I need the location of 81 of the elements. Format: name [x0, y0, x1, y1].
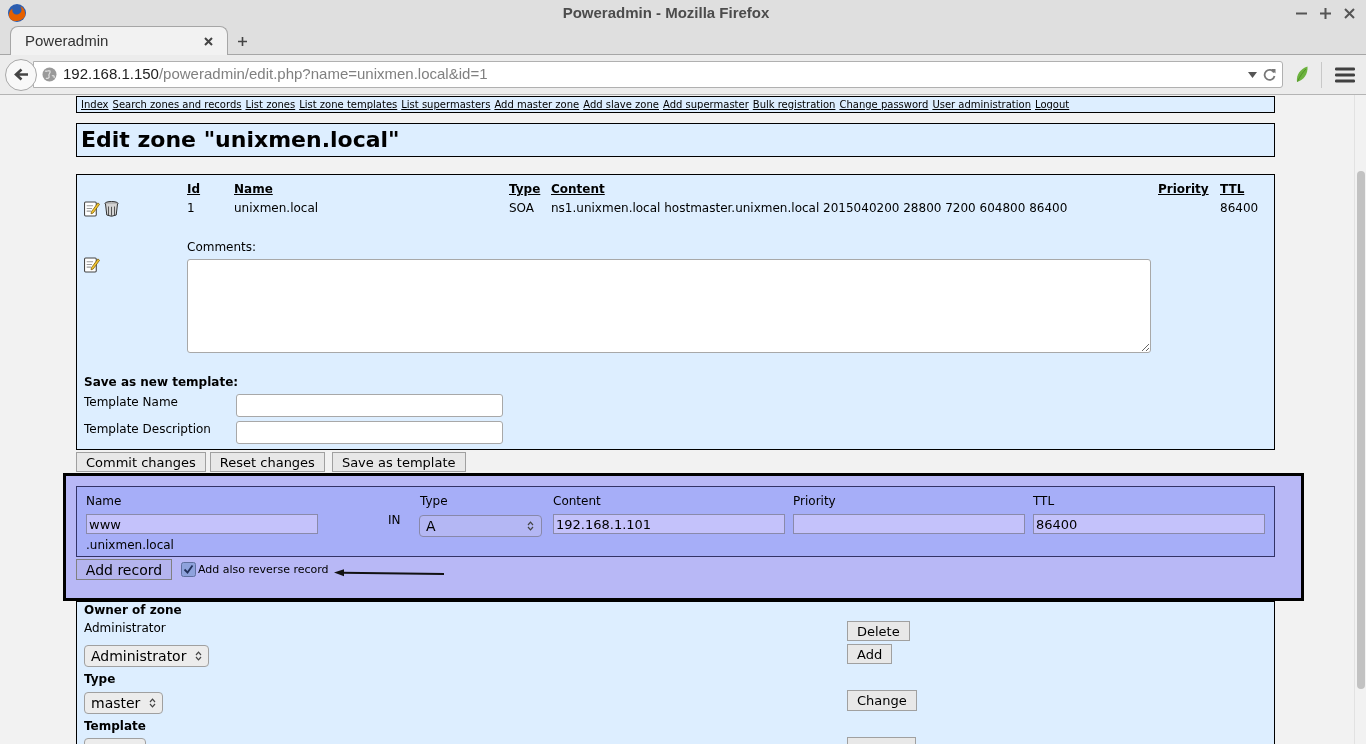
globe-icon: [42, 67, 57, 82]
priority-field[interactable]: [793, 514, 1025, 534]
nav-link[interactable]: Logout: [1035, 98, 1070, 111]
nav-link[interactable]: Bulk registration: [752, 98, 836, 111]
column-header[interactable]: Type: [509, 182, 541, 196]
nav-link[interactable]: Change password: [839, 98, 929, 111]
owner-name: Administrator: [84, 621, 166, 635]
trash-icon[interactable]: [104, 200, 119, 217]
updown-arrows-icon: [195, 651, 203, 661]
type-select[interactable]: master: [84, 692, 164, 714]
maximize-icon[interactable]: [1320, 7, 1331, 19]
type-select[interactable]: A: [419, 515, 542, 537]
field-label: Content: [553, 494, 601, 508]
section-heading: Save as new template:: [84, 375, 239, 389]
field-label: TTL: [1033, 494, 1055, 508]
reload-icon[interactable]: [1263, 68, 1276, 81]
change-button[interactable]: Change: [847, 690, 917, 711]
column-header[interactable]: Id: [187, 182, 201, 196]
table-cell: unixmen.local: [234, 201, 319, 215]
back-arrow-icon: [13, 68, 29, 81]
nav-link[interactable]: Index: [81, 98, 109, 111]
text-field[interactable]: [236, 394, 503, 417]
checkbox-label: Add also reverse record: [198, 564, 329, 575]
column-header[interactable]: Priority: [1158, 182, 1209, 196]
field-label: Name: [86, 494, 122, 508]
url-text: 192.168.1.150/poweradmin/edit.php?name=unixmen.local&id=1: [63, 64, 488, 85]
close-icon[interactable]: [1344, 7, 1355, 19]
table-cell: 1: [187, 201, 195, 215]
table-cell: ns1.unixmen.local hostmaster.unixmen.local 2015040200 28800 7200 604800 86400: [551, 201, 1068, 215]
nav-link[interactable]: List zones: [245, 98, 296, 111]
leaf-icon[interactable]: [1296, 66, 1308, 83]
page-title: Edit zone "unixmen.local": [81, 129, 400, 151]
nav-link[interactable]: Add supermaster: [663, 98, 749, 111]
caret-icon[interactable]: [1248, 71, 1257, 78]
owner-select[interactable]: Administrator: [84, 645, 210, 667]
form-button[interactable]: Save as template: [331, 452, 466, 472]
text-field[interactable]: [236, 421, 503, 444]
checkbox[interactable]: [181, 562, 196, 577]
window-title: Poweradmin - Mozilla Firefox: [562, 4, 770, 21]
nav-link[interactable]: Add master zone: [494, 98, 580, 111]
table-cell: SOA: [509, 201, 535, 215]
browser-logo-icon: [8, 4, 26, 22]
field-label: Template Description: [84, 422, 211, 436]
nav-link[interactable]: Search zones and records: [112, 98, 242, 111]
form-button[interactable]: Commit changes: [76, 452, 206, 472]
back-button[interactable]: [5, 58, 37, 91]
field-label: Type: [420, 494, 448, 508]
nav-link[interactable]: List supermasters: [401, 98, 491, 111]
column-header[interactable]: Content: [551, 182, 605, 196]
class-label: IN: [388, 513, 401, 527]
add-record-button[interactable]: Add record: [76, 559, 172, 580]
comments-label: Comments:: [187, 240, 257, 254]
table-cell: 86400: [1220, 201, 1259, 215]
edit-icon[interactable]: [84, 257, 100, 273]
updown-arrows-icon: [149, 698, 157, 708]
edit-icon[interactable]: [84, 200, 100, 217]
section-heading: Owner of zone: [84, 603, 182, 617]
delete-button[interactable]: Delete: [847, 621, 910, 641]
comments-field[interactable]: [187, 259, 1151, 353]
column-header[interactable]: TTL: [1220, 182, 1245, 196]
plus-icon: [237, 36, 247, 46]
field-label: Template Name: [84, 395, 178, 409]
section-heading: Type: [84, 672, 116, 686]
scrollbar-thumb[interactable]: [1357, 171, 1365, 689]
content-field[interactable]: 192.168.1.101: [553, 514, 785, 534]
add-button[interactable]: Add: [847, 644, 893, 664]
column-header[interactable]: Name: [234, 182, 273, 196]
nav-link[interactable]: User administration: [932, 98, 1031, 111]
close-icon[interactable]: [204, 36, 213, 46]
menu-icon[interactable]: [1335, 66, 1355, 83]
nav-link[interactable]: List zone templates: [299, 98, 398, 111]
updown-arrows-icon: [527, 521, 534, 531]
section-heading: Template: [84, 719, 146, 733]
nav-link[interactable]: Add slave zone: [583, 98, 659, 111]
name-field[interactable]: www: [86, 514, 318, 534]
tab[interactable]: Poweradmin: [10, 26, 228, 55]
address-field[interactable]: 192.168.1.150/poweradmin/edit.php?name=unixmen.local&id=1: [33, 61, 1283, 88]
ttl-field[interactable]: 86400: [1033, 514, 1265, 534]
zone-suffix: .unixmen.local: [86, 538, 174, 552]
form-button[interactable]: Reset changes: [209, 452, 325, 472]
field-label: Priority: [793, 494, 836, 508]
